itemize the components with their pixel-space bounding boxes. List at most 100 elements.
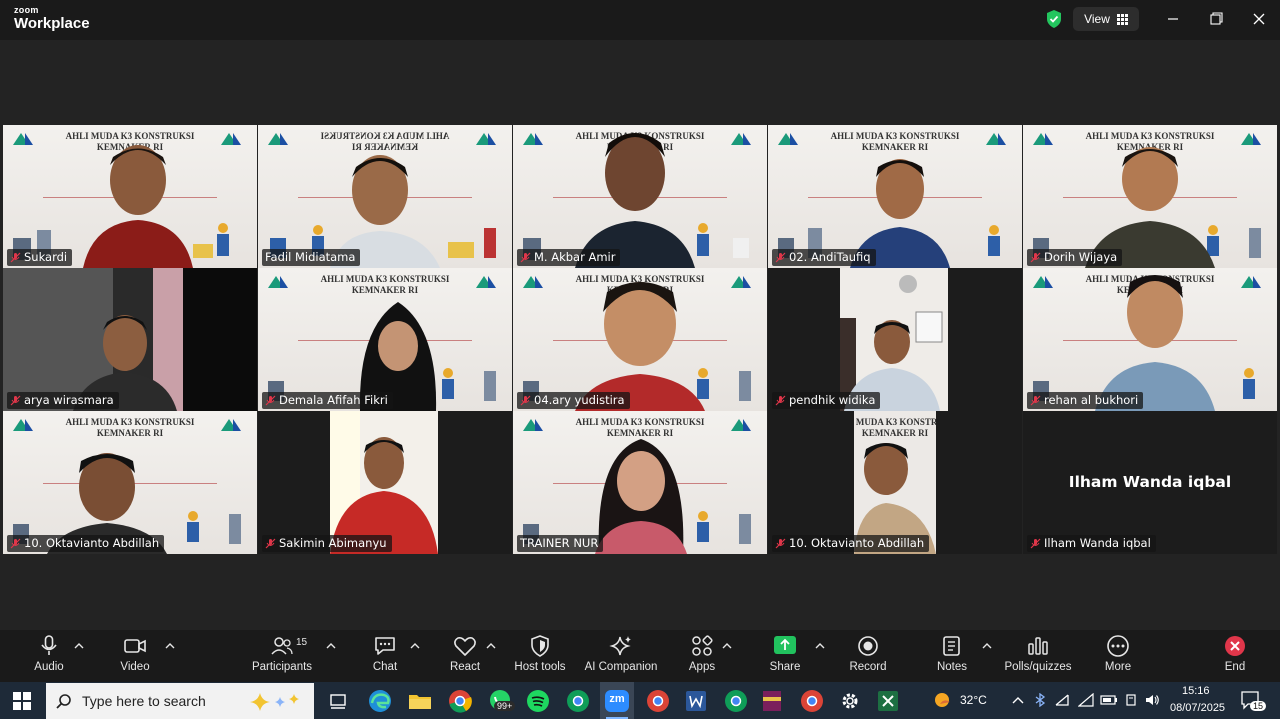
clock-time[interactable]: 15:16 — [1182, 685, 1210, 697]
notification-count: 15 — [1250, 701, 1267, 711]
zoom-taskbar-button[interactable]: zm — [600, 682, 634, 719]
microphone-icon — [41, 635, 57, 655]
chevron-up-icon[interactable] — [74, 642, 84, 650]
record-icon — [858, 636, 878, 656]
video-tile[interactable]: AHLI MUDA K3 KONSTRUKSIKEMNAKER RI 10. O… — [768, 411, 1022, 554]
view-button[interactable]: View — [1073, 7, 1139, 31]
polls-quizzes-button[interactable]: Polls/quizzes — [1002, 634, 1074, 680]
muted-mic-icon — [775, 538, 786, 549]
file-explorer-icon[interactable] — [406, 687, 434, 715]
restore-icon[interactable] — [1206, 10, 1226, 28]
chevron-up-icon[interactable] — [815, 642, 825, 650]
chevron-up-icon[interactable] — [486, 642, 496, 650]
winrar-icon[interactable] — [758, 687, 786, 715]
video-button[interactable]: Video — [116, 634, 154, 680]
video-tile[interactable]: AHLI MUDA K3 KONSTRUKSIKEMNAKER RI M. Ak… — [513, 125, 767, 268]
volume-icon[interactable] — [1144, 693, 1160, 707]
wifi-icon[interactable] — [1078, 693, 1094, 707]
chrome-icon[interactable] — [644, 687, 672, 715]
settings-gear-icon[interactable] — [836, 687, 864, 715]
taskbar-search-box[interactable]: Type here to search — [46, 683, 314, 719]
record-button[interactable]: Record — [848, 634, 888, 680]
share-button[interactable]: Share — [768, 634, 802, 680]
video-tile[interactable]: AHLI MUDA K3 KONSTRUKSIKEMNAKER RI rehan… — [1023, 268, 1277, 411]
chevron-up-icon[interactable] — [165, 642, 175, 650]
academy-logo-icon — [523, 276, 543, 288]
participant-name: Demala Afifah Fikri — [279, 393, 388, 407]
video-tile[interactable]: AHLI MUDA K3 KONSTRUKSIKEMNAKER RI 10. O… — [3, 411, 257, 554]
battery-icon[interactable] — [1100, 694, 1118, 706]
chevron-up-icon[interactable] — [410, 642, 420, 650]
audio-button[interactable]: Audio — [30, 634, 68, 680]
chevron-up-icon[interactable] — [1012, 695, 1024, 705]
academy-logo-icon — [1033, 133, 1053, 145]
ai-companion-button[interactable]: AI Companion — [583, 634, 659, 680]
chevron-up-icon[interactable] — [982, 642, 992, 650]
apps-button[interactable]: Apps — [686, 634, 718, 680]
close-icon[interactable] — [1249, 10, 1269, 28]
weather-icon[interactable] — [932, 690, 954, 710]
clock-date[interactable]: 08/07/2025 — [1170, 702, 1225, 714]
chat-button[interactable]: Chat — [368, 634, 402, 680]
muted-mic-icon — [775, 252, 786, 263]
notes-button[interactable]: Notes — [934, 634, 970, 680]
shield-icon — [531, 635, 549, 657]
video-tile[interactable]: AHLI MUDA K3 KONSTRUKSI KEMNAKER RI TRAIN… — [513, 411, 767, 554]
chrome-profile-icon[interactable] — [564, 687, 592, 715]
video-tile-active-speaker[interactable]: AHLI MUDA K3 KONSTRUKSI KEMNAKER RI Fadil… — [258, 125, 512, 268]
minimize-icon[interactable] — [1163, 10, 1183, 28]
video-tile[interactable]: arya wirasmara — [3, 268, 257, 411]
host-tools-label: Host tools — [514, 661, 566, 673]
video-tile[interactable]: AHLI MUDA K3 KONSTRUKSI KEMNAKER RI Sukar… — [3, 125, 257, 268]
academy-logo-icon — [221, 419, 241, 431]
react-button[interactable]: React — [446, 634, 484, 680]
video-tile[interactable]: pendhik widika — [768, 268, 1022, 411]
excel-icon[interactable] — [874, 687, 902, 715]
academy-logo-icon — [13, 133, 33, 145]
video-tile[interactable]: AHLI MUDA K3 KONSTRUKSI KEMNAKER RI Demal… — [258, 268, 512, 411]
windows-start-icon[interactable] — [13, 692, 31, 710]
chrome-icon[interactable] — [798, 687, 826, 715]
task-view-icon[interactable] — [324, 687, 352, 715]
participant-name-tag: 02. AndiTaufiq — [772, 249, 876, 266]
word-icon[interactable] — [682, 687, 710, 715]
chevron-up-icon[interactable] — [722, 642, 732, 650]
more-button[interactable]: More — [1100, 634, 1136, 680]
academy-logo-icon — [1241, 276, 1261, 288]
view-label: View — [1084, 12, 1110, 26]
participant-name: 10. Oktavianto Abdillah — [789, 536, 925, 550]
network-icon[interactable] — [1054, 693, 1070, 707]
muted-mic-icon — [520, 252, 531, 263]
academy-logo-icon — [268, 133, 288, 145]
video-tile[interactable]: AHLI MUDA K3 KONSTRUKSIKEMNAKER RI 04.ar… — [513, 268, 767, 411]
encryption-shield-icon[interactable] — [1045, 9, 1063, 29]
academy-logo-icon — [778, 133, 798, 145]
spotify-icon[interactable] — [524, 687, 552, 715]
participant-name: 02. AndiTaufiq — [789, 250, 871, 264]
usb-icon[interactable] — [1124, 693, 1138, 707]
video-tile[interactable]: AHLI MUDA K3 KONSTRUKSI KEMNAKER RI 02. A… — [768, 125, 1022, 268]
virtual-background: AHLI MUDA K3 KONSTRUKSIKEMNAKER RI — [854, 411, 936, 554]
academy-logo-icon — [1033, 276, 1053, 288]
end-meeting-button[interactable]: End — [1218, 634, 1252, 680]
chat-label: Chat — [372, 661, 398, 673]
participant-name-tag: Demala Afifah Fikri — [262, 392, 393, 409]
participant-video — [840, 268, 948, 411]
zoom-logo: zoom Workplace — [14, 6, 90, 32]
chrome-icon[interactable] — [446, 687, 474, 715]
muted-mic-icon — [265, 538, 276, 549]
search-placeholder: Type here to search — [82, 693, 206, 709]
participant-name: arya wirasmara — [24, 393, 114, 407]
bluetooth-icon[interactable] — [1034, 693, 1046, 707]
video-tile[interactable]: Sakimin Abimanyu — [258, 411, 512, 554]
chevron-up-icon[interactable] — [326, 642, 336, 650]
edge-browser-icon[interactable] — [366, 687, 394, 715]
participant-video — [575, 282, 705, 411]
host-tools-button[interactable]: Host tools — [512, 634, 568, 680]
chat-bubble-icon — [375, 637, 395, 655]
participant-name-tag: Dorih Wijaya — [1027, 249, 1123, 266]
participants-icon — [271, 637, 293, 655]
video-tile[interactable]: AHLI MUDA K3 KONSTRUKSI KEMNAKER RI Dorih… — [1023, 125, 1277, 268]
chrome-icon[interactable] — [722, 687, 750, 715]
video-tile-camera-off[interactable]: Ilham Wanda iqbal Ilham Wanda iqbal — [1023, 411, 1277, 554]
